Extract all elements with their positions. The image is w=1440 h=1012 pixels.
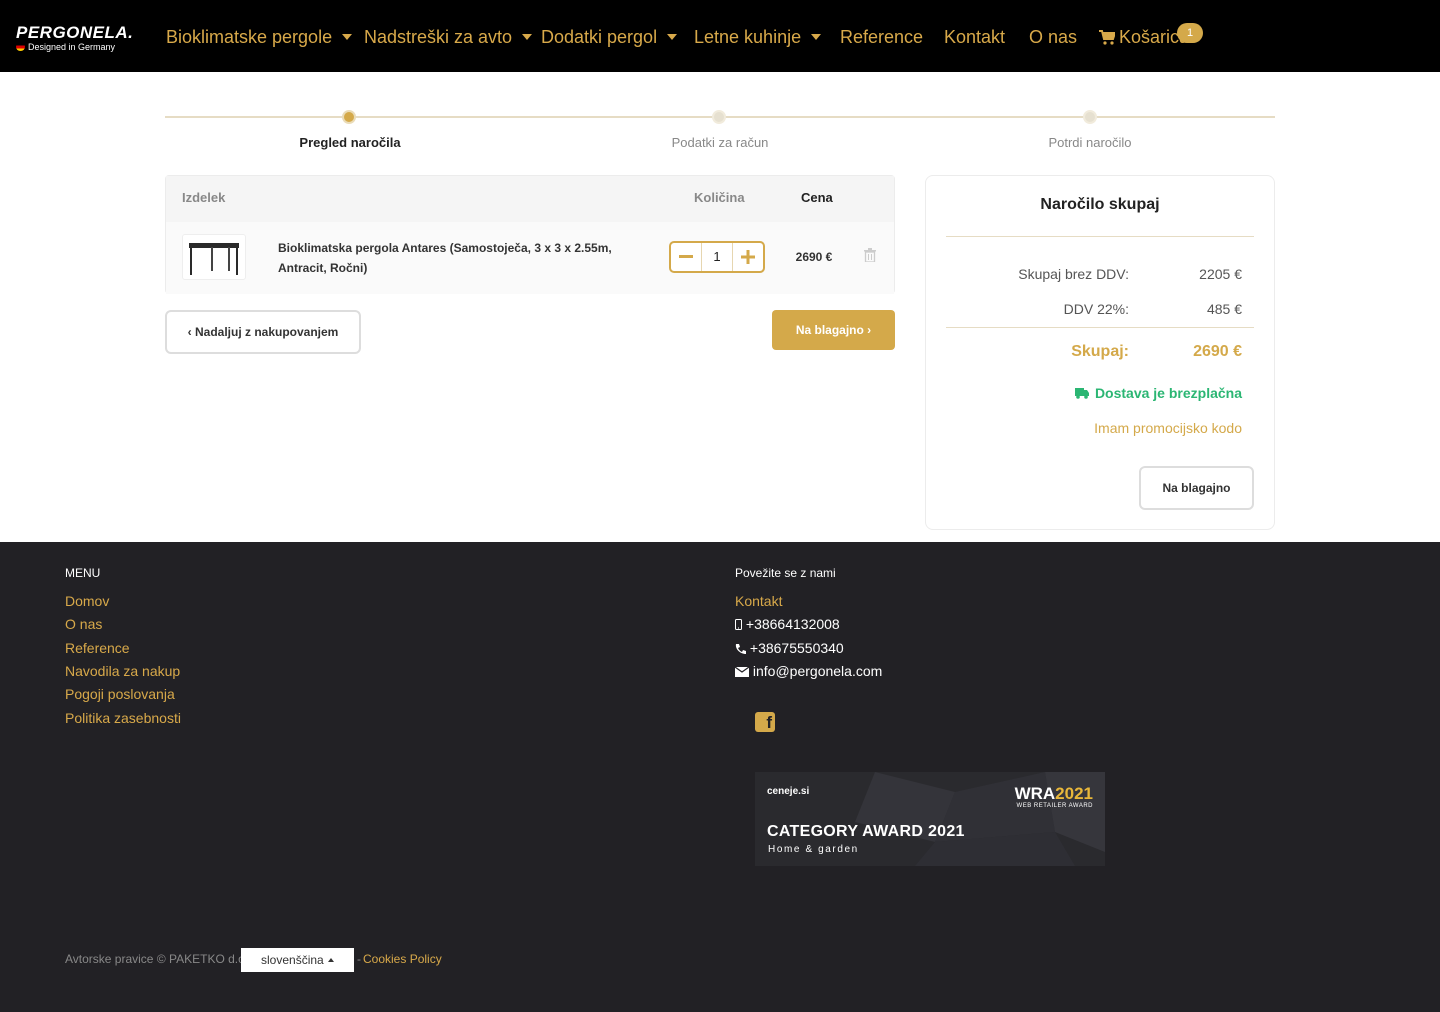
logo-text: PERGONELA. [16, 23, 134, 42]
award-wra-subtitle: WEB RETAILER AWARD [1016, 803, 1093, 809]
free-shipping-note: Dostava je brezplačna [1074, 385, 1242, 401]
award-title: CATEGORY AWARD 2021 [767, 823, 965, 840]
language-select[interactable]: slovenščina [241, 948, 354, 972]
divider [946, 236, 1254, 237]
logo[interactable]: PERGONELA. Designed in Germany [16, 23, 152, 52]
cookies-policy-link[interactable]: Cookies Policy [363, 952, 442, 966]
trash-icon[interactable] [864, 248, 876, 262]
continue-shopping-button[interactable]: ‹ Nadaljuj z nakupovanjem [165, 310, 361, 354]
plus-icon [741, 250, 755, 264]
product-price: 2690 € [795, 250, 833, 264]
vat-value: 485 € [1206, 301, 1242, 317]
logo-tagline: Designed in Germany [28, 42, 116, 52]
step-label-billing: Podatki za račun [671, 135, 769, 150]
checkout-button[interactable]: Na blagajno › [772, 310, 895, 350]
email-address[interactable]: info@pergonela.com [734, 663, 882, 679]
vat-label: DDV 22%: [1063, 301, 1129, 317]
nav-item-kontakt[interactable]: Kontakt [944, 24, 1005, 50]
product-thumbnail[interactable] [182, 234, 246, 280]
total-value: 2690 € [1193, 343, 1242, 360]
copyright-text: Avtorske pravice © PAKETKO d.o.o. [65, 952, 259, 966]
award-subtitle: Home & garden [768, 844, 859, 855]
subtotal-label: Skupaj brez DDV: [1018, 266, 1129, 282]
nav-item-o-nas[interactable]: O nas [1029, 24, 1077, 50]
nav-item-reference[interactable]: Reference [840, 24, 923, 50]
column-header-quantity: Količina [694, 190, 745, 205]
german-flag-icon [16, 43, 25, 51]
nav-item-cart[interactable]: Košarica [1099, 24, 1189, 50]
nav-item-nadstreski[interactable]: Nadstreški za avto [364, 24, 533, 50]
step-dot-overview [342, 110, 356, 124]
footer-link-pogoji[interactable]: Pogoji poslovanja [65, 686, 175, 702]
chevron-right-icon: › [867, 323, 872, 337]
cart-count-badge: 1 [1177, 23, 1203, 43]
footer-link-reference[interactable]: Reference [65, 640, 130, 656]
chevron-down-icon [342, 34, 353, 40]
column-header-price: Cena [801, 190, 833, 205]
divider [946, 327, 1254, 328]
facebook-icon[interactable]: f [755, 712, 775, 732]
caret-up-icon [328, 958, 334, 962]
promo-code-link[interactable]: Imam promocijsko kodo [1094, 420, 1242, 436]
footer-contact-heading: Povežite se z nami [735, 566, 836, 580]
quantity-stepper: 1 [669, 241, 765, 273]
chevron-down-icon [522, 34, 533, 40]
category-award-banner[interactable]: ceneje.si WRA2021 WEB RETAILER AWARD CAT… [755, 772, 1105, 866]
step-label-confirm: Potrdi naročilo [1048, 135, 1132, 150]
cart-icon [1099, 30, 1115, 45]
pergola-image-icon [189, 243, 239, 275]
footer-link-politika[interactable]: Politika zasebnosti [65, 710, 181, 726]
order-summary: Naročilo skupaj Skupaj brez DDV: 2205 € … [925, 175, 1275, 530]
step-dot-confirm [1083, 110, 1097, 124]
phone-icon [735, 644, 746, 654]
summary-checkout-button[interactable]: Na blagajno [1139, 466, 1254, 510]
footer: MENU Domov O nas Reference Navodila za n… [0, 542, 1440, 1012]
footer-menu-heading: MENU [65, 566, 101, 580]
mobile-phone[interactable]: +38664132008 [735, 616, 840, 632]
envelope-icon [734, 666, 750, 677]
cart-table-header: Izdelek Količina Cena [166, 176, 894, 222]
decrease-quantity-button[interactable] [671, 243, 701, 271]
truck-icon [1074, 388, 1089, 399]
nav-item-bioklimatske-pergole[interactable]: Bioklimatske pergole [166, 24, 353, 50]
footer-link-domov[interactable]: Domov [65, 593, 109, 609]
nav-item-letne-kuhinje[interactable]: Letne kuhinje [694, 24, 822, 50]
chevron-down-icon [811, 34, 822, 40]
quantity-input[interactable]: 1 [701, 243, 733, 271]
top-navbar: PERGONELA. Designed in Germany Bioklimat… [0, 0, 1440, 72]
chevron-left-icon: ‹ [187, 325, 192, 339]
award-ceneje-logo: ceneje.si [767, 786, 810, 797]
summary-title: Naročilo skupaj [1040, 196, 1160, 213]
increase-quantity-button[interactable] [733, 243, 763, 271]
step-dot-billing [712, 110, 726, 124]
footer-link-navodila[interactable]: Navodila za nakup [65, 663, 180, 679]
step-label-overview: Pregled naročila [299, 135, 401, 150]
award-wra-logo: WRA2021 [1014, 784, 1093, 803]
nav-item-dodatki-pergol[interactable]: Dodatki pergol [541, 24, 678, 50]
column-header-product: Izdelek [182, 190, 226, 205]
landline-phone[interactable]: +38675550340 [735, 640, 844, 656]
subtotal-value: 2205 € [1199, 266, 1242, 282]
cart-table: Izdelek Količina Cena Bioklimatska pergo… [165, 175, 895, 294]
chevron-down-icon [667, 34, 678, 40]
mobile-icon [735, 619, 742, 630]
separator: - [357, 952, 361, 966]
total-label: Skupaj: [1071, 343, 1129, 360]
footer-link-o-nas[interactable]: O nas [65, 616, 102, 632]
product-name[interactable]: Bioklimatska pergola Antares (Samostoječ… [278, 238, 648, 278]
minus-icon [679, 255, 693, 258]
footer-link-kontakt[interactable]: Kontakt [735, 593, 782, 609]
table-row: Bioklimatska pergola Antares (Samostoječ… [166, 222, 894, 294]
